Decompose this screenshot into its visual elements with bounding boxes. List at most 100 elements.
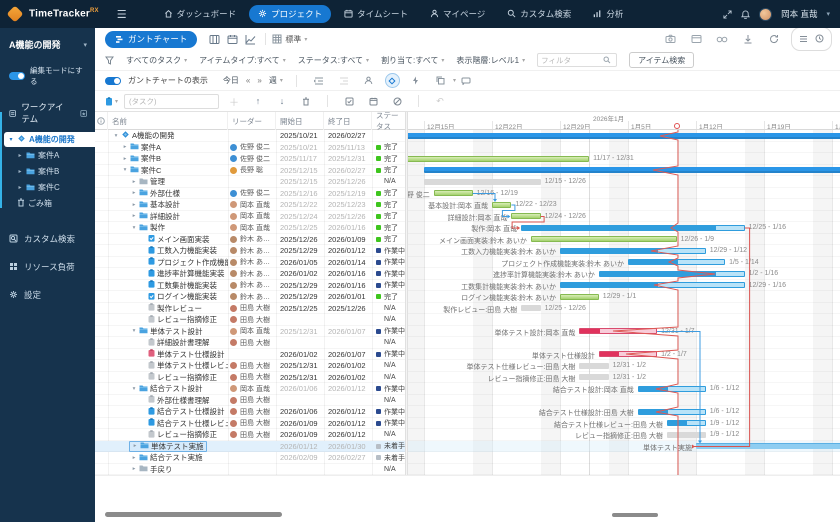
- indent-icon[interactable]: [335, 73, 353, 89]
- leader-cell[interactable]: 田島 大樹: [228, 429, 276, 441]
- leader-cell[interactable]: [228, 130, 276, 142]
- gantt-row[interactable]: 製作:岡本 直哉12/25 - 1/16: [408, 222, 840, 234]
- new-item-input-box[interactable]: [124, 94, 219, 109]
- user-avatar[interactable]: [759, 8, 772, 21]
- start-date-cell[interactable]: 2026/01/06: [276, 383, 324, 395]
- task-name-cell[interactable]: 工数集計機能実装: [108, 280, 228, 292]
- task-name-cell[interactable]: 単体テスト仕様レビュー: [108, 360, 228, 372]
- task-name-cell[interactable]: ▸外部仕様: [108, 188, 228, 200]
- table-row[interactable]: 単体テスト仕様レビュー田島 大樹2025/12/312026/01/02N/A: [95, 360, 405, 372]
- nav-item-タイムシート[interactable]: タイムシート: [335, 5, 417, 23]
- leader-cell[interactable]: 鈴木 あ…: [228, 280, 276, 292]
- status-cell[interactable]: 完了: [372, 291, 405, 303]
- sidebar-tree-item[interactable]: ▸案件A: [13, 148, 95, 163]
- tree-chevron-icon[interactable]: ▸: [17, 184, 23, 191]
- start-date-cell[interactable]: 2025/12/31: [276, 326, 324, 338]
- complete-check-icon[interactable]: [340, 93, 358, 109]
- sidebar-tree-item[interactable]: ▸案件C: [13, 180, 95, 195]
- start-date-cell[interactable]: 2025/12/25: [276, 303, 324, 315]
- refresh-icon[interactable]: [765, 31, 783, 47]
- column-header-leader[interactable]: リーダー: [228, 112, 276, 130]
- task-bar-na[interactable]: [579, 363, 608, 369]
- end-date-cell[interactable]: 2025/12/19: [324, 188, 372, 200]
- task-bar-na[interactable]: [424, 179, 541, 185]
- start-date-cell[interactable]: 2025/10/21: [276, 130, 324, 142]
- task-bar-in-progress[interactable]: [560, 248, 706, 254]
- schedule-icon[interactable]: [364, 93, 382, 109]
- start-date-cell[interactable]: 2026/01/09: [276, 418, 324, 430]
- start-date-cell[interactable]: [276, 395, 324, 407]
- column-header-status[interactable]: ステータス: [372, 112, 405, 130]
- start-date-cell[interactable]: 2025/12/29: [276, 291, 324, 303]
- task-bar-in-progress[interactable]: [560, 282, 745, 288]
- row-chevron-icon[interactable]: ▾: [131, 328, 137, 334]
- end-date-cell[interactable]: [324, 395, 372, 407]
- gantt-row[interactable]: 12/15 - 12/26: [408, 176, 840, 188]
- edit-mode-toggle-row[interactable]: 編集モードにする: [0, 59, 95, 93]
- leader-cell[interactable]: [228, 464, 276, 476]
- nav-item-プロジェクト[interactable]: プロジェクト: [249, 5, 331, 23]
- row-chevron-icon[interactable]: ▸: [131, 455, 137, 461]
- gantt-row[interactable]: 進捗率計算機能実装:鈴木 あいか1/2 - 1/16: [408, 268, 840, 280]
- leader-cell[interactable]: [228, 176, 276, 188]
- filter-input[interactable]: [541, 56, 603, 65]
- status-cell[interactable]: N/A: [372, 429, 405, 441]
- task-name-cell[interactable]: ▸結合テスト実施: [108, 452, 228, 464]
- notifications-bell-icon[interactable]: [741, 10, 750, 19]
- sidebar-tree-item[interactable]: ごみ箱: [4, 196, 95, 211]
- table-row[interactable]: ▾製作岡本 直哉2025/12/252026/01/16完了: [95, 222, 405, 234]
- task-name-cell[interactable]: ▾案件C: [108, 165, 228, 177]
- gantt-row[interactable]: [408, 314, 840, 326]
- leader-cell[interactable]: 長野 聡: [228, 165, 276, 177]
- item-search-button[interactable]: アイテム検索: [629, 52, 694, 68]
- gantt-row[interactable]: ログイン機能実装:鈴木 あいか12/29 - 1/1: [408, 291, 840, 303]
- start-date-cell[interactable]: 2026/02/09: [276, 452, 324, 464]
- gantt-row[interactable]: 結合テスト仕様レビュー:田島 大樹1/9 - 1/12: [408, 418, 840, 430]
- status-cell[interactable]: N/A: [372, 314, 405, 326]
- leader-cell[interactable]: 佐野 俊二: [228, 188, 276, 200]
- end-date-cell[interactable]: 2026/01/12: [324, 406, 372, 418]
- milestone-diamond-icon[interactable]: [385, 73, 400, 88]
- table-row[interactable]: ▸外部仕様佐野 俊二2025/12/162025/12/19完了: [95, 188, 405, 200]
- calendar-view-icon[interactable]: [223, 31, 241, 47]
- end-date-cell[interactable]: 2025/12/26: [324, 303, 372, 315]
- table-row[interactable]: 詳細設計書理解田島 大樹N/A: [95, 337, 405, 349]
- row-chevron-icon[interactable]: ▸: [132, 443, 138, 449]
- task-bar-done[interactable]: [531, 236, 677, 242]
- board-view-icon[interactable]: [205, 31, 223, 47]
- task-bar-in-progress[interactable]: [667, 420, 706, 426]
- task-name-cell[interactable]: ▸詳細設計: [108, 211, 228, 223]
- end-date-cell[interactable]: 2026/01/01: [324, 291, 372, 303]
- start-date-cell[interactable]: 2025/10/21: [276, 142, 324, 154]
- task-bar-in-progress[interactable]: [599, 271, 745, 277]
- history-icon[interactable]: [815, 30, 824, 48]
- task-name-cell[interactable]: ▾結合テスト設計: [108, 383, 228, 395]
- leader-cell[interactable]: 岡本 直哉: [228, 326, 276, 338]
- link-icon[interactable]: [713, 31, 731, 47]
- gantt-row[interactable]: 11/17 - 12/31: [408, 153, 840, 165]
- import-icon[interactable]: [739, 31, 757, 47]
- table-row[interactable]: ▸案件A佐野 俊二2025/10/212025/11/13完了: [95, 142, 405, 154]
- leader-cell[interactable]: 田島 大樹: [228, 406, 276, 418]
- table-row[interactable]: ▾A機能の開発2025/10/212026/02/27: [95, 130, 405, 142]
- row-chevron-icon[interactable]: ▸: [131, 202, 137, 208]
- table-row[interactable]: レビュー指摘修正田島 大樹2026/01/092026/01/12N/A: [95, 429, 405, 441]
- task-name-cell[interactable]: ▸単体テスト実施: [108, 441, 228, 453]
- status-cell[interactable]: 作業中: [372, 257, 405, 269]
- gantt-row[interactable]: 結合テスト仕様設計:田島 大樹1/6 - 1/12: [408, 406, 840, 418]
- status-cell[interactable]: 作業中: [372, 326, 405, 338]
- gantt-row[interactable]: メイン画面実装:鈴木 あいか12/26 - 1/9: [408, 234, 840, 246]
- table-row[interactable]: プロジェクト作成機能…鈴木 あ…2026/01/052026/01/14作業中: [95, 257, 405, 269]
- gantt-row[interactable]: 基本設計:岡本 直哉12/22 - 12/23: [408, 199, 840, 211]
- end-date-cell[interactable]: 2026/01/16: [324, 268, 372, 280]
- unassign-icon[interactable]: [388, 93, 406, 109]
- end-date-cell[interactable]: 2026/01/16: [324, 280, 372, 292]
- status-cell[interactable]: 作業中: [372, 406, 405, 418]
- move-up-icon[interactable]: ↑: [249, 93, 267, 109]
- task-name-cell[interactable]: レビュー指摘修正: [108, 314, 228, 326]
- undo-icon[interactable]: ↶: [431, 93, 449, 109]
- sidebar-item-カスタム検索[interactable]: カスタム検索: [0, 225, 95, 253]
- start-date-cell[interactable]: 2025/12/16: [276, 188, 324, 200]
- start-date-cell[interactable]: 2025/12/15: [276, 165, 324, 177]
- end-date-cell[interactable]: 2026/01/14: [324, 257, 372, 269]
